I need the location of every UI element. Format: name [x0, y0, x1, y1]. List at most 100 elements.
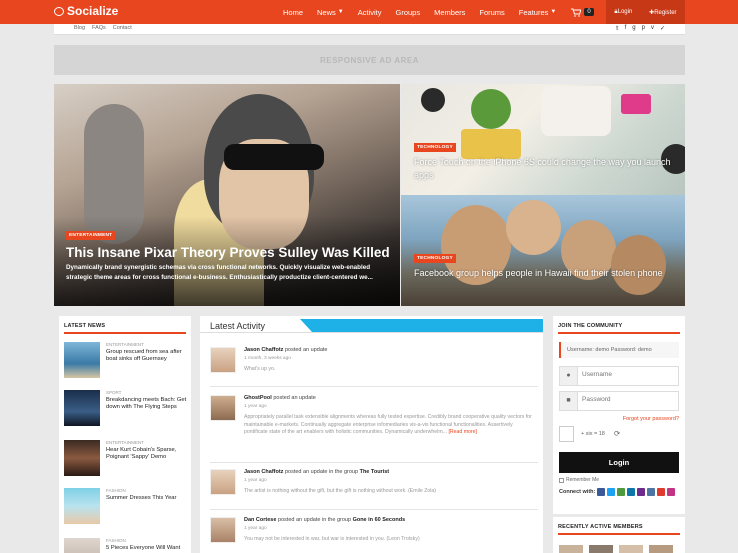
hero-title[interactable]: This Insane Pixar Theory Proves Sulley W…: [66, 245, 390, 260]
activity-time[interactable]: 1 month, 3 weeks ago: [244, 356, 291, 361]
member-avatar[interactable]: [589, 545, 613, 553]
nav-item-activity[interactable]: Activity: [351, 8, 389, 17]
refresh-icon[interactable]: ⟳: [614, 429, 620, 438]
avatar[interactable]: [210, 347, 236, 373]
pinterest-icon[interactable]: p: [642, 25, 645, 32]
news-item[interactable]: ENTERTAINMENT Group rescued from sea aft…: [64, 342, 189, 382]
activity-title: Latest Activity: [210, 321, 266, 331]
password-field[interactable]: ■: [559, 391, 679, 411]
news-category[interactable]: FASHION: [106, 488, 126, 493]
connect-label: Connect with:: [559, 489, 596, 495]
instagram-icon[interactable]: [667, 488, 676, 496]
login-link[interactable]: 🔒︎Login: [614, 9, 632, 16]
nav-label: Home: [283, 7, 304, 17]
news-category[interactable]: ENTERTAINMENT: [106, 342, 144, 347]
activity-user[interactable]: GhostPool: [244, 395, 272, 401]
activity-item: Jason Chaffotz posted an update in the g…: [210, 469, 538, 503]
secondary-bar: Blog FAQs Contact 𝕥 f g p v ✓: [54, 24, 685, 35]
link-faqs[interactable]: FAQs: [92, 25, 106, 31]
nav-item-members[interactable]: Members: [427, 8, 472, 17]
activity-time[interactable]: 1 year ago: [244, 478, 267, 483]
nav-item-groups[interactable]: Groups: [389, 8, 428, 17]
avatar[interactable]: [210, 517, 236, 543]
register-link[interactable]: ✚Register: [649, 9, 676, 16]
facebook-icon[interactable]: f: [625, 25, 627, 32]
cart-button[interactable]: 0: [563, 8, 601, 17]
news-item[interactable]: ENTERTAINMENT Hear Kurt Cobain's Sparse,…: [64, 440, 189, 480]
activity-time[interactable]: 1 year ago: [244, 404, 267, 409]
login-button[interactable]: Login: [559, 452, 679, 473]
news-title[interactable]: Summer Dresses This Year: [106, 495, 188, 502]
member-avatar[interactable]: [559, 545, 583, 553]
category-badge[interactable]: ENTERTAINMENT: [66, 231, 116, 240]
side-article-title[interactable]: Force Touch on the iPhone 6S could chang…: [414, 156, 674, 181]
lock-icon: ■: [560, 392, 578, 410]
activity-group[interactable]: The Tourist: [360, 469, 390, 475]
password-input[interactable]: [582, 396, 674, 403]
activity-user[interactable]: Jason Chaffotz: [244, 347, 283, 353]
logo[interactable]: Socialize: [54, 4, 118, 18]
yahoo-icon[interactable]: [637, 488, 646, 496]
nav-item-news[interactable]: News ▼: [310, 8, 351, 17]
hero-side-article-1[interactable]: TECHNOLOGY Force Touch on the iPhone 6S …: [401, 84, 685, 195]
news-thumbnail: [64, 488, 100, 524]
nav-item-forums[interactable]: Forums: [472, 8, 511, 17]
news-item[interactable]: SPORT Breakdancing meets Bach: Get down …: [64, 390, 189, 430]
news-category[interactable]: SPORT: [106, 390, 121, 395]
activity-headline: Jason Chaffotz posted an update in the g…: [244, 469, 389, 475]
latest-news-widget: LATEST NEWS ENTERTAINMENT Group rescued …: [59, 316, 191, 553]
news-category[interactable]: FASHION: [106, 538, 126, 543]
news-title[interactable]: Group rescued from sea after boat sinks …: [106, 349, 188, 363]
nav-label: Groups: [395, 7, 421, 17]
linkedin-icon[interactable]: [627, 488, 636, 496]
google-icon[interactable]: [617, 488, 626, 496]
facebook-icon[interactable]: [597, 488, 606, 496]
captcha-answer-input[interactable]: [559, 426, 574, 442]
person-image: [506, 200, 561, 255]
username-field[interactable]: ●: [559, 366, 679, 386]
nav-label: Members: [434, 7, 466, 17]
username-input[interactable]: [582, 371, 674, 378]
nav-item-features[interactable]: Features ▼: [512, 8, 564, 17]
twitter-icon[interactable]: [607, 488, 616, 496]
activity-item: Jason Chaffotz posted an update 1 month,…: [210, 347, 538, 381]
news-title[interactable]: Breakdancing meets Bach: Get down with T…: [106, 397, 188, 411]
link-blog[interactable]: Blog: [74, 25, 85, 31]
news-title[interactable]: 5 Pieces Everyone Will Want: [106, 545, 188, 552]
category-badge[interactable]: TECHNOLOGY: [414, 143, 456, 152]
news-thumbnail: [64, 538, 100, 553]
news-thumbnail: [64, 342, 100, 378]
nav-item-home[interactable]: Home: [276, 8, 310, 17]
forgot-password-link[interactable]: Forgot your password?: [623, 416, 679, 422]
avatar[interactable]: [210, 469, 236, 495]
remember-me[interactable]: Remember Me: [559, 477, 599, 483]
social-links: 𝕥 f g p v ✓: [616, 25, 665, 32]
activity-time[interactable]: 1 year ago: [244, 526, 267, 531]
activity-user[interactable]: Jason Chaffotz: [244, 469, 283, 475]
hero-main-article[interactable]: ENTERTAINMENT This Insane Pixar Theory P…: [54, 84, 400, 306]
activity-action: posted an update: [273, 395, 316, 401]
vimeo-icon[interactable]: v: [651, 25, 654, 32]
category-badge[interactable]: TECHNOLOGY: [414, 254, 456, 263]
googleplus-icon[interactable]: g: [632, 25, 635, 32]
vine-icon[interactable]: ✓: [660, 25, 665, 32]
activity-group[interactable]: Gone in 60 Seconds: [353, 517, 406, 523]
avatar[interactable]: [210, 395, 236, 421]
news-item[interactable]: FASHION Summer Dresses This Year: [64, 488, 189, 528]
member-avatar[interactable]: [649, 545, 673, 553]
nav-label: Features: [518, 7, 549, 17]
side-article-title[interactable]: Facebook group helps people in Hawaii fi…: [414, 267, 674, 280]
news-title[interactable]: Hear Kurt Cobain's Sparse, Poignant 'Sap…: [106, 447, 188, 461]
link-contact[interactable]: Contact: [113, 25, 132, 31]
news-category[interactable]: ENTERTAINMENT: [106, 440, 144, 445]
twitter-icon[interactable]: 𝕥: [616, 25, 619, 32]
hero-overlay: [54, 216, 400, 306]
read-more-link[interactable]: [Read more]: [448, 429, 477, 435]
hero-side-article-2[interactable]: TECHNOLOGY Facebook group helps people i…: [401, 195, 685, 306]
flickr-icon[interactable]: [657, 488, 666, 496]
remember-checkbox[interactable]: [559, 477, 564, 483]
member-avatar[interactable]: [619, 545, 643, 553]
vk-icon[interactable]: [647, 488, 656, 496]
news-item[interactable]: FASHION 5 Pieces Everyone Will Want: [64, 538, 189, 553]
activity-user[interactable]: Dan Cortese: [244, 517, 276, 523]
